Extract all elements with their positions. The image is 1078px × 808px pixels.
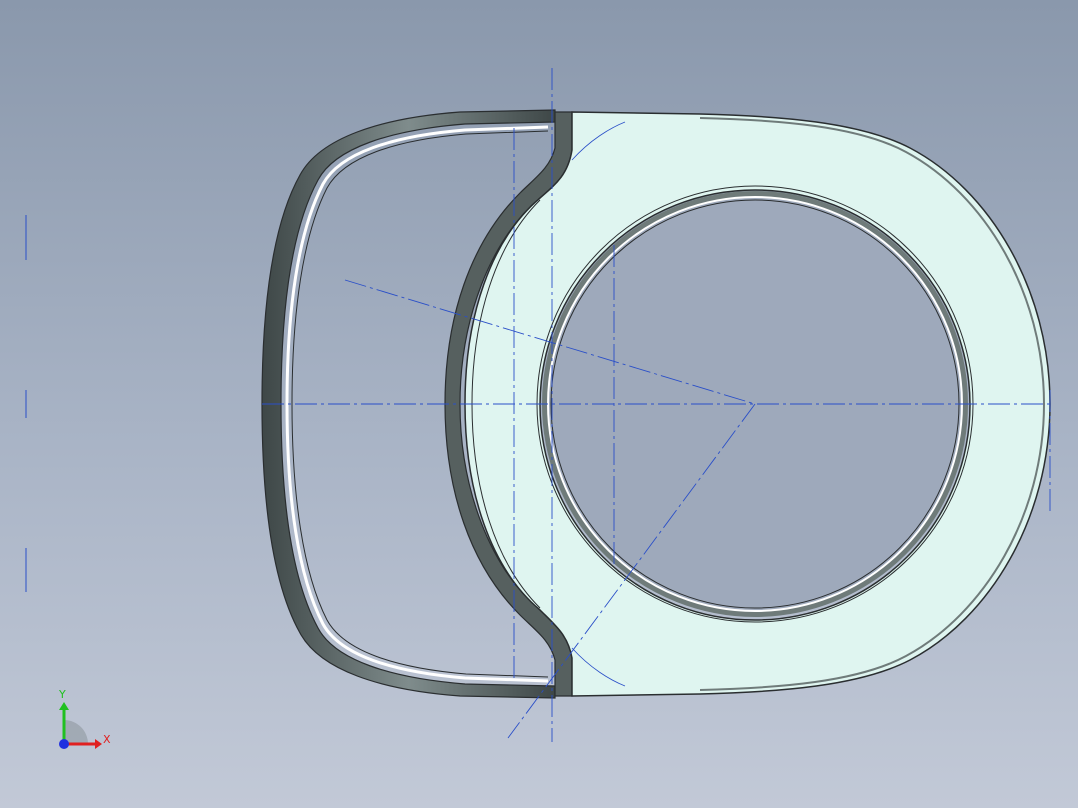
- part-view[interactable]: [0, 0, 1078, 808]
- y-axis-label: Y: [58, 688, 66, 701]
- triad-rotation-indicator: [64, 720, 88, 744]
- cad-viewport[interactable]: X Y: [0, 0, 1078, 808]
- origin-dot: [59, 739, 69, 749]
- y-axis-arrowhead: [59, 702, 69, 710]
- x-axis-label: X: [103, 733, 111, 746]
- x-axis-arrowhead: [95, 739, 102, 749]
- axis-triad: X Y: [58, 688, 111, 749]
